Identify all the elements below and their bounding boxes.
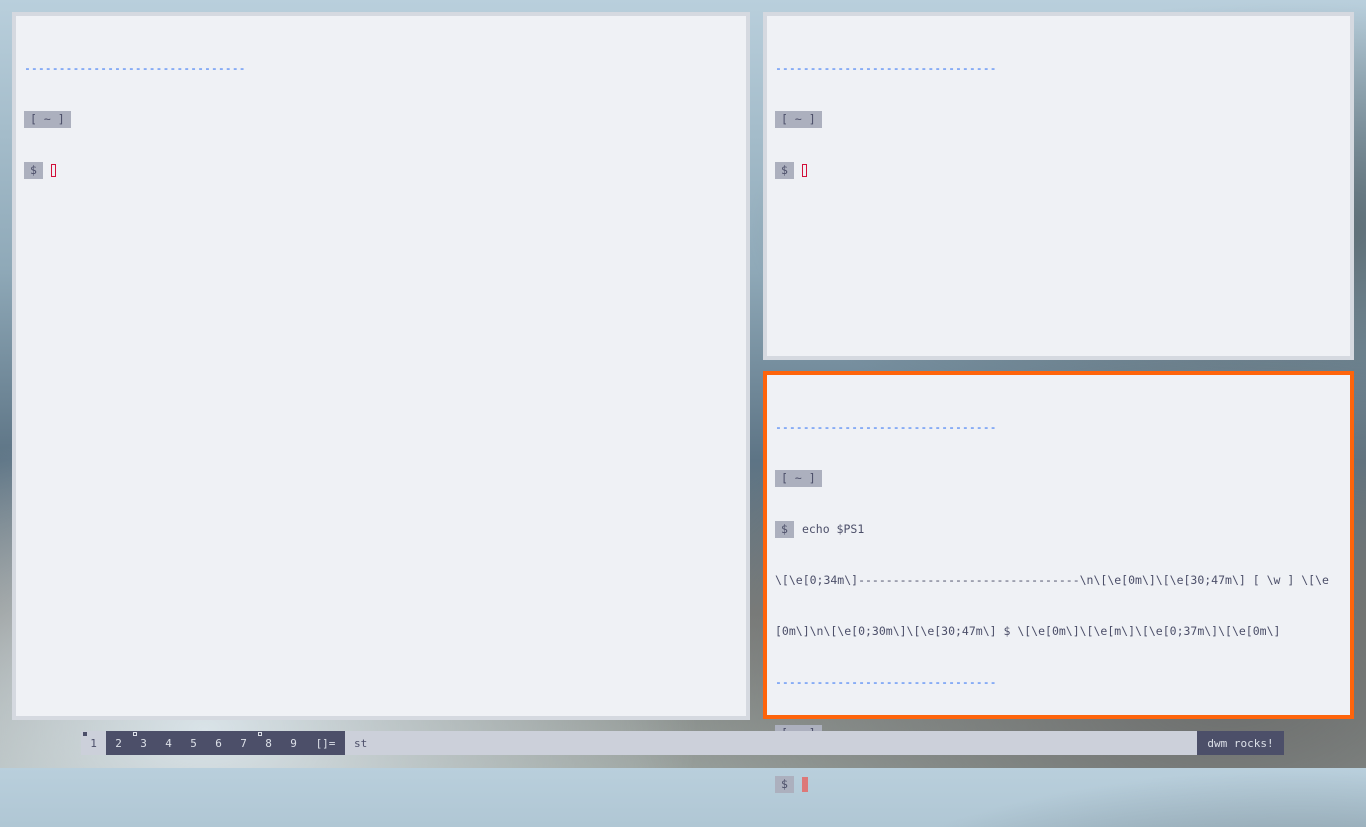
- occupied-indicator: [133, 732, 137, 736]
- terminal-content: -------------------------------- [ ~ ] $…: [775, 385, 1342, 827]
- tag-6[interactable]: 6: [206, 731, 231, 755]
- prompt-symbol: $: [24, 162, 43, 179]
- prompt-separator: --------------------------------: [775, 420, 997, 434]
- tag-9[interactable]: 9: [281, 731, 306, 755]
- terminal-cursor: [50, 164, 56, 177]
- terminal-window-left[interactable]: -------------------------------- [ ~ ] $: [12, 12, 750, 720]
- tag-3[interactable]: 3: [131, 731, 156, 755]
- tag-1[interactable]: 1: [81, 731, 106, 755]
- command-text: echo $PS1: [801, 522, 865, 536]
- terminal-cursor: [801, 164, 807, 177]
- terminal-content: -------------------------------- [ ~ ] $: [775, 26, 1342, 213]
- prompt-dir-label: [ ~ ]: [775, 470, 822, 487]
- prompt-separator: --------------------------------: [775, 675, 997, 689]
- prompt-symbol: $: [775, 521, 794, 538]
- occupied-indicator: [258, 732, 262, 736]
- tag-2[interactable]: 2: [106, 731, 131, 755]
- prompt-dir-label: [ ~ ]: [24, 111, 71, 128]
- tag-7[interactable]: 7: [231, 731, 256, 755]
- command-output-line: [0m\]\n\[\e[0;30m\]\[\e[30;47m\] $ \[\e[…: [775, 624, 1281, 638]
- prompt-separator: --------------------------------: [775, 61, 997, 75]
- prompt-separator: --------------------------------: [24, 61, 246, 75]
- tag-8[interactable]: 8: [256, 731, 281, 755]
- terminal-content: -------------------------------- [ ~ ] $: [24, 26, 738, 213]
- tag-4[interactable]: 4: [156, 731, 181, 755]
- occupied-indicator: [83, 732, 87, 736]
- prompt-dir-label: [ ~ ]: [775, 111, 822, 128]
- terminal-window-top-right[interactable]: -------------------------------- [ ~ ] $: [763, 12, 1354, 360]
- prompt-symbol: $: [775, 776, 794, 793]
- command-output-line: \[\e[0;34m\]----------------------------…: [775, 573, 1329, 587]
- status-text[interactable]: dwm rocks!: [1197, 731, 1284, 755]
- prompt-symbol: $: [775, 162, 794, 179]
- tag-5[interactable]: 5: [181, 731, 206, 755]
- dwm-bar: 1 2 3 4 5 6 7 8 9 []= st dwm rocks!: [81, 731, 1284, 755]
- terminal-window-bottom-right-focused[interactable]: -------------------------------- [ ~ ] $…: [763, 371, 1354, 793]
- terminal-cursor: [801, 777, 808, 792]
- window-title[interactable]: st: [345, 731, 1197, 755]
- layout-symbol[interactable]: []=: [306, 731, 345, 755]
